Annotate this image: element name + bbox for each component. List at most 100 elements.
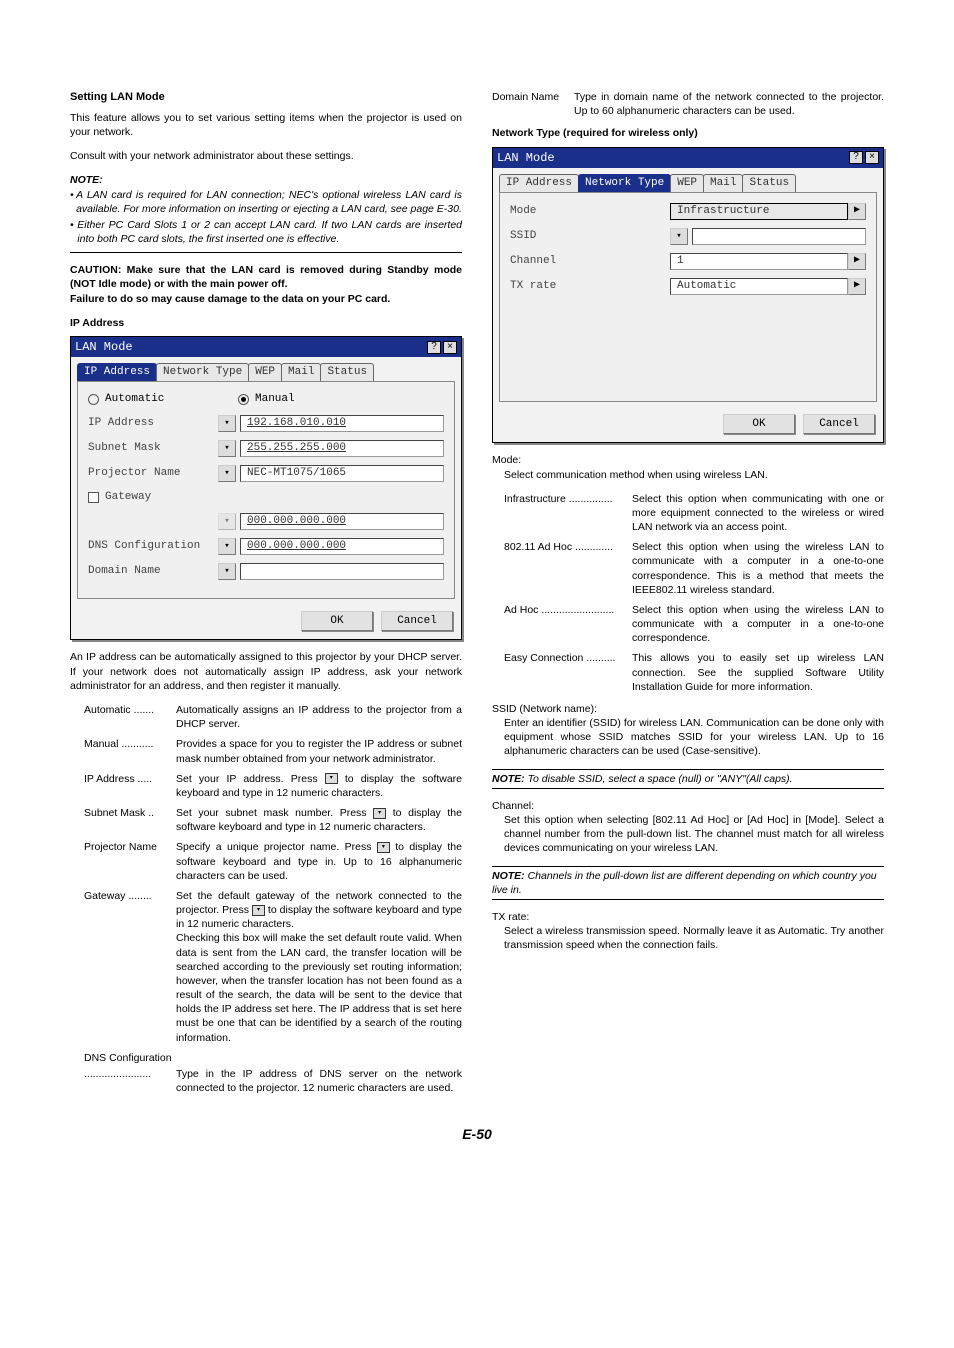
def-gw-term: Gateway ........ (84, 889, 176, 1045)
ok-button[interactable]: OK (301, 611, 373, 632)
label-channel: Channel (510, 254, 670, 269)
tx-head: TX rate: (492, 910, 884, 924)
tab-network-type[interactable]: Network Type (578, 174, 671, 192)
ip-address-heading: IP Address (70, 316, 462, 330)
network-type-heading: Network Type (required for wireless only… (492, 126, 884, 140)
note-bullet-1: A LAN card is required for LAN connectio… (76, 188, 462, 216)
radio-manual-label: Manual (255, 392, 295, 407)
channel-note-block: NOTE: Channels in the pull-down list are… (492, 866, 884, 900)
label-subnet-mask: Subnet Mask (88, 441, 218, 456)
cancel-button[interactable]: Cancel (381, 611, 453, 632)
def-dns-term: ....................... (84, 1067, 176, 1095)
field-gateway[interactable]: 000.000.000.000 (240, 513, 444, 530)
intro-1: This feature allows you to set various s… (70, 111, 462, 139)
def-infra-term: Infrastructure ............... (504, 492, 632, 535)
dialog-title: LAN Mode (75, 339, 133, 355)
keyboard-icon[interactable]: ▾ (218, 538, 236, 555)
cancel-button[interactable]: Cancel (803, 414, 875, 435)
keyboard-icon: ▾ (252, 905, 265, 916)
keyboard-icon: ▾ (325, 773, 338, 784)
def-dns-desc: Type in the IP address of DNS server on … (176, 1067, 462, 1095)
field-ssid[interactable] (692, 228, 866, 245)
label-projector-name: Projector Name (88, 466, 218, 481)
page-number: E-50 (70, 1125, 884, 1144)
channel-note: Channels in the pull-down list are diffe… (492, 870, 877, 896)
ip-auto-para: An IP address can be automatically assig… (70, 650, 462, 693)
label-domain: Domain Name (88, 564, 218, 579)
lan-mode-dialog-network: LAN Mode ? × IP Address Network Type WEP… (492, 147, 884, 444)
def-adhoc-desc: Select this option when using the wirele… (632, 603, 884, 646)
tab-ip-address[interactable]: IP Address (77, 363, 157, 381)
def-proj-desc: Specify a unique projector name. Press ▾… (176, 840, 462, 883)
def-ip-desc: Set your IP address. Press ▾ to display … (176, 772, 462, 800)
def-dns-head: DNS Configuration (84, 1051, 462, 1065)
label-mode: Mode (510, 204, 670, 219)
ssid-desc: Enter an identifier (SSID) for wireless … (504, 716, 884, 759)
channel-desc: Set this option when selecting [802.11 A… (504, 813, 884, 856)
keyboard-icon[interactable]: ▾ (218, 415, 236, 432)
dropdown-icon[interactable]: ▶ (848, 278, 866, 295)
dialog-titlebar: LAN Mode ? × (493, 148, 883, 168)
note-block: NOTE: •A LAN card is required for LAN co… (70, 173, 462, 253)
dropdown-icon[interactable]: ▶ (848, 253, 866, 270)
field-domain[interactable] (240, 563, 444, 580)
def-automatic-desc: Automatically assigns an IP address to t… (176, 703, 462, 731)
note-bullet-2: Either PC Card Slots 1 or 2 can accept L… (77, 218, 462, 246)
field-tx-rate[interactable]: Automatic (670, 278, 848, 295)
note-label: NOTE: (492, 870, 525, 882)
label-ssid: SSID (510, 229, 670, 244)
def-gw-desc: Set the default gateway of the network c… (176, 889, 462, 1045)
label-ip-address: IP Address (88, 416, 218, 431)
keyboard-icon[interactable]: ▾ (218, 563, 236, 580)
label-dns: DNS Configuration (88, 539, 218, 554)
mode-head: Mode: (492, 453, 884, 467)
dialog-titlebar: LAN Mode ? × (71, 337, 461, 357)
dialog-title: LAN Mode (497, 150, 555, 166)
field-ip-address[interactable]: 192.168.010.010 (240, 415, 444, 432)
radio-manual[interactable] (238, 394, 249, 405)
def-automatic-term: Automatic ....... (84, 703, 176, 731)
heading-setting-lan: Setting LAN Mode (70, 90, 462, 105)
tx-desc: Select a wireless transmission speed. No… (504, 924, 884, 952)
tab-ip-address[interactable]: IP Address (499, 174, 579, 192)
field-mode[interactable]: Infrastructure (670, 203, 848, 220)
field-projector-name[interactable]: NEC-MT1075/1065 (240, 465, 444, 482)
def-infra-desc: Select this option when communicating wi… (632, 492, 884, 535)
tab-mail[interactable]: Mail (281, 363, 321, 381)
def-domain-term: Domain Name (492, 90, 574, 118)
ssid-head: SSID (Network name): (492, 702, 884, 716)
intro-2: Consult with your network administrator … (70, 149, 462, 163)
keyboard-icon: ▾ (373, 808, 386, 819)
tab-wep[interactable]: WEP (248, 363, 282, 381)
keyboard-icon[interactable]: ▾ (218, 440, 236, 457)
field-subnet-mask[interactable]: 255.255.255.000 (240, 440, 444, 457)
ok-button[interactable]: OK (723, 414, 795, 435)
field-channel[interactable]: 1 (670, 253, 848, 270)
label-gateway: Gateway (105, 490, 151, 505)
dropdown-icon[interactable]: ▶ (848, 203, 866, 220)
tab-wep[interactable]: WEP (670, 174, 704, 192)
tab-status[interactable]: Status (742, 174, 796, 192)
def-80211-term: 802.11 Ad Hoc ............. (504, 540, 632, 597)
keyboard-icon: ▾ (377, 842, 390, 853)
keyboard-icon[interactable]: ▾ (670, 228, 688, 245)
keyboard-icon[interactable]: ▾ (218, 513, 236, 530)
radio-automatic[interactable] (88, 394, 99, 405)
dialog-tabs: IP Address Network Type WEP Mail Status (71, 357, 461, 381)
field-dns[interactable]: 000.000.000.000 (240, 538, 444, 555)
dialog-tabs: IP Address Network Type WEP Mail Status (493, 168, 883, 192)
tab-mail[interactable]: Mail (703, 174, 743, 192)
close-icon[interactable]: × (443, 341, 457, 354)
tab-network-type[interactable]: Network Type (156, 363, 249, 381)
channel-head: Channel: (492, 799, 884, 813)
keyboard-icon[interactable]: ▾ (218, 465, 236, 482)
checkbox-gateway[interactable] (88, 492, 99, 503)
close-icon[interactable]: × (865, 151, 879, 164)
mode-desc: Select communication method when using w… (504, 468, 884, 482)
tab-status[interactable]: Status (320, 363, 374, 381)
help-icon[interactable]: ? (427, 341, 441, 354)
caution-text: CAUTION: Make sure that the LAN card is … (70, 263, 462, 306)
def-domain-desc: Type in domain name of the network conne… (574, 90, 884, 118)
help-icon[interactable]: ? (849, 151, 863, 164)
note-label: NOTE: (70, 174, 103, 186)
